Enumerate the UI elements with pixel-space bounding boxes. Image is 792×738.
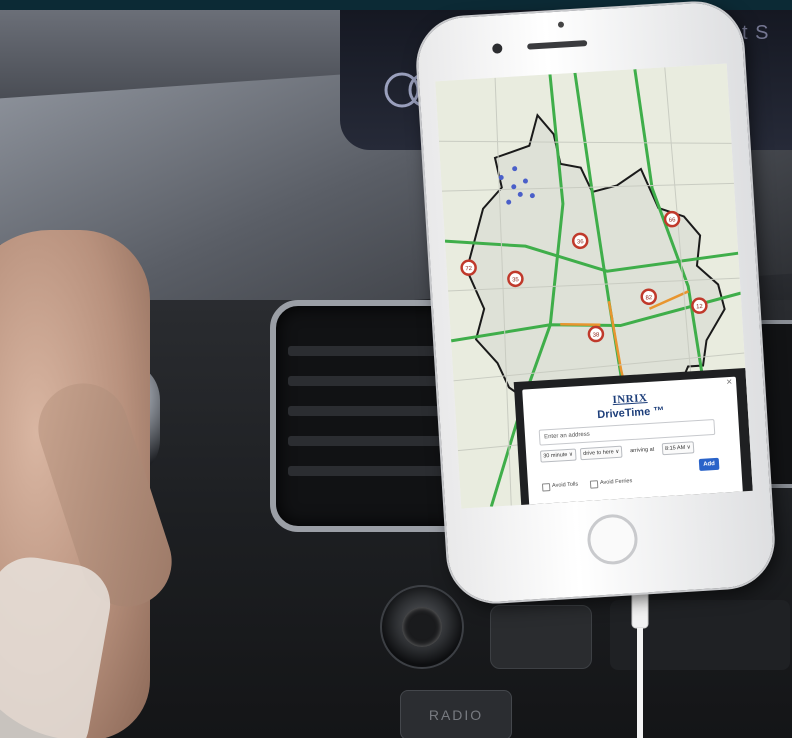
direction-select[interactable]: drive to here ∨	[579, 445, 623, 461]
route-marker[interactable]: 38	[587, 325, 605, 343]
smartphone: 7235368238665112 × INRIX DriveTime ™ Ent…	[415, 0, 776, 605]
route-marker-label: 12	[696, 304, 704, 310]
route-marker[interactable]: 12	[691, 297, 708, 314]
sensor-dot	[557, 21, 565, 28]
earpiece-speaker	[527, 40, 588, 50]
route-marker[interactable]: 66	[663, 210, 681, 228]
duration-select[interactable]: 30 minute ∨	[539, 448, 577, 463]
car-dashboard-scene: nment S RADIO	[0, 0, 792, 738]
dialog-backdrop: × INRIX DriveTime ™ Enter an address 30 …	[513, 367, 753, 509]
phone-screen: 7235368238665112 × INRIX DriveTime ™ Ent…	[435, 63, 753, 509]
avoid-tolls-label: Avoid Tolls	[551, 481, 579, 489]
drivetime-dialog: × INRIX DriveTime ™ Enter an address 30 …	[522, 376, 744, 509]
avoid-ferries-label: Avoid Ferries	[599, 478, 633, 487]
route-marker-label: 35	[512, 277, 520, 283]
route-marker[interactable]: 72	[460, 259, 477, 276]
dash-button	[490, 605, 592, 669]
route-marker[interactable]: 82	[640, 288, 657, 305]
time-select[interactable]: 8:15 AM ∨	[661, 441, 695, 456]
volume-knob	[380, 585, 464, 669]
add-button[interactable]: Add	[698, 457, 720, 471]
avoid-tolls-checkbox[interactable]	[541, 483, 551, 492]
route-marker-label: 36	[577, 239, 585, 245]
route-marker-label: 72	[465, 266, 473, 272]
route-marker[interactable]: 36	[571, 232, 589, 250]
front-camera	[492, 43, 503, 54]
radio-button: RADIO	[400, 690, 512, 738]
avoid-options: Avoid Tolls Avoid Ferries	[541, 473, 702, 493]
route-marker-label: 82	[645, 295, 653, 301]
charging-cable	[631, 582, 649, 738]
route-marker-label: 66	[669, 217, 677, 223]
home-button	[586, 512, 639, 566]
avoid-ferries-checkbox[interactable]	[589, 480, 599, 489]
arriving-label: arriving at	[629, 446, 655, 455]
route-marker[interactable]: 35	[507, 270, 524, 288]
route-marker-label: 38	[592, 332, 600, 338]
